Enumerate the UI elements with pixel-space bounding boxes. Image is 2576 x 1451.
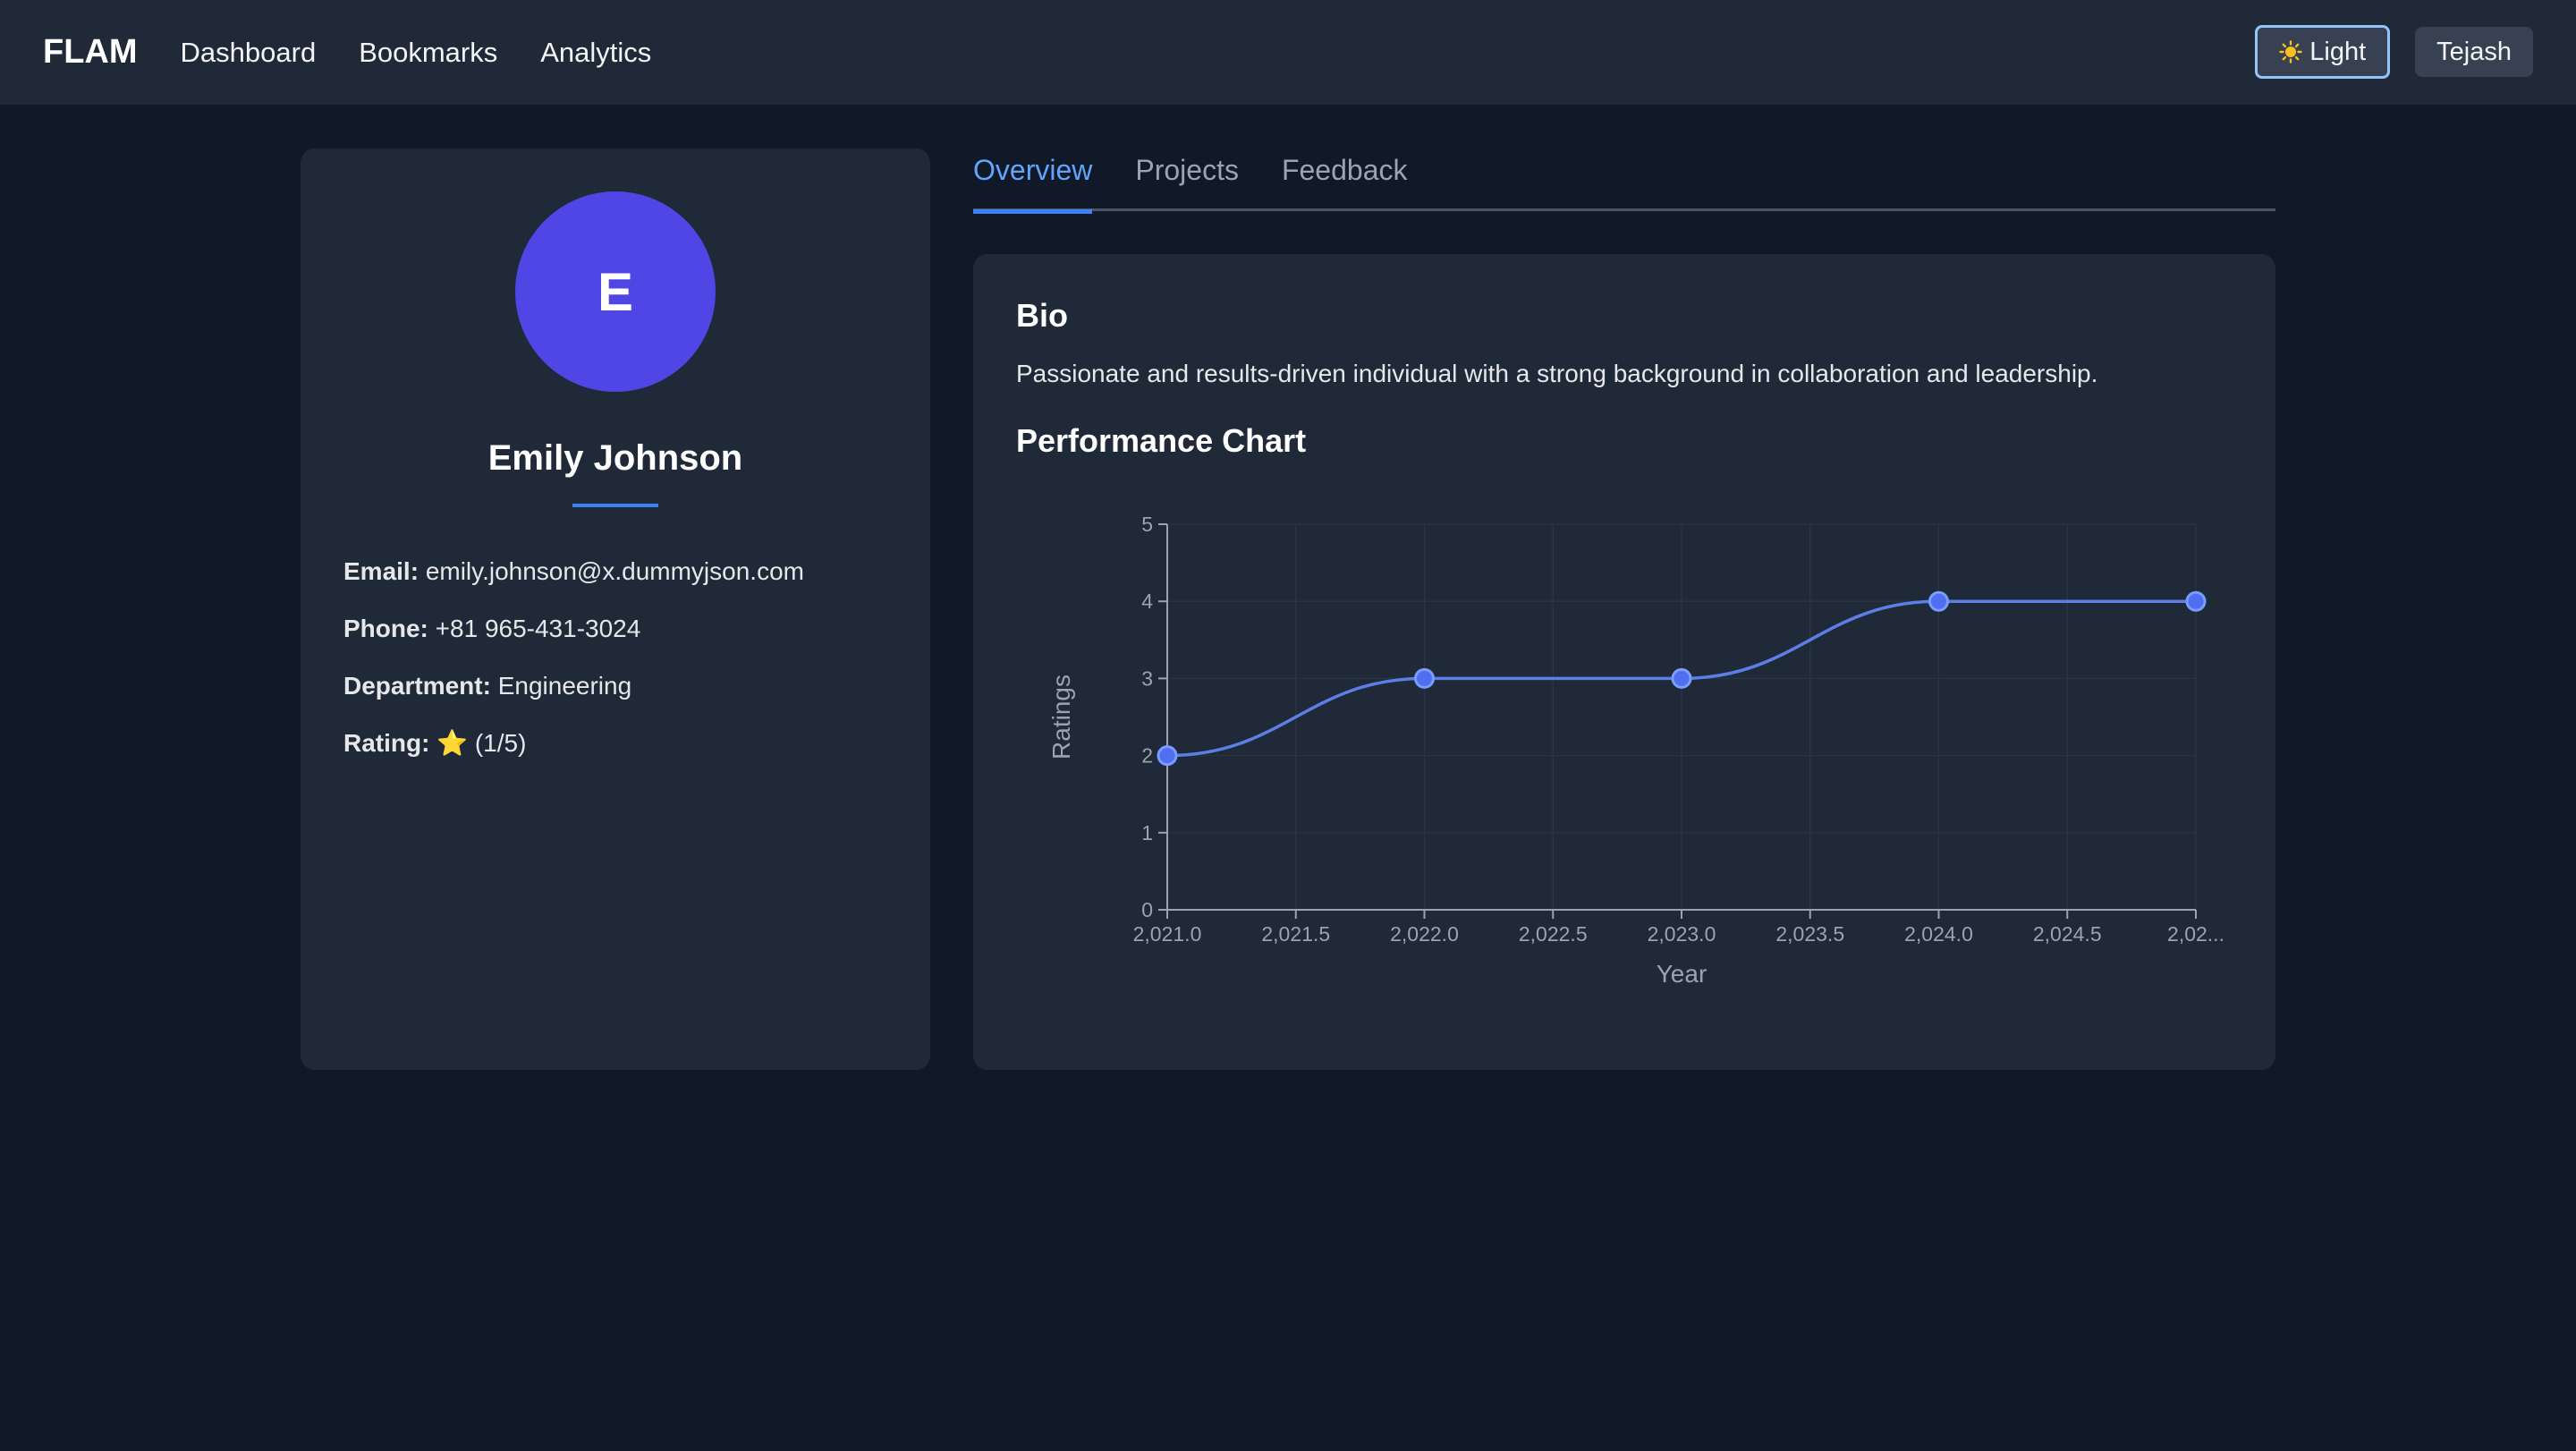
user-menu-button[interactable]: Tejash — [2415, 27, 2533, 77]
phone-value: +81 965-431-3024 — [435, 615, 641, 642]
x-axis-title: Year — [1657, 960, 1707, 988]
top-navbar: FLAM Dashboard Bookmarks Analytics Light… — [0, 0, 2576, 105]
email-row: Email: emily.johnson@x.dummyjson.com — [343, 554, 887, 611]
profile-card: E Emily Johnson Email: emily.johnson@x.d… — [301, 148, 930, 1070]
y-tick-label: 4 — [1141, 590, 1153, 613]
email-label: Email: — [343, 557, 419, 585]
data-point — [2185, 590, 2207, 612]
y-tick-label: 2 — [1141, 744, 1153, 768]
avatar: E — [515, 191, 716, 392]
data-point — [1928, 590, 1949, 612]
tab-overview[interactable]: Overview — [973, 148, 1093, 214]
x-tick-label: 2,023.0 — [1648, 922, 1716, 946]
profile-tabs: Overview Projects Feedback — [973, 148, 2275, 214]
rating-row: Rating: ⭐ (1/5) — [343, 726, 887, 783]
sun-icon — [2279, 40, 2302, 64]
y-tick-label: 1 — [1141, 821, 1153, 844]
nav-bookmarks[interactable]: Bookmarks — [359, 37, 497, 69]
nav-analytics[interactable]: Analytics — [540, 37, 651, 69]
profile-name: Emily Johnson — [487, 438, 743, 478]
x-tick-label: 2,022.5 — [1519, 922, 1588, 946]
profile-info-list: Email: emily.johnson@x.dummyjson.com Pho… — [343, 554, 887, 783]
tab-projects[interactable]: Projects — [1135, 148, 1239, 211]
chart-title: Performance Chart — [1016, 422, 1307, 459]
data-point — [1414, 667, 1435, 689]
y-axis-title: Ratings — [1047, 675, 1075, 759]
phone-label: Phone: — [343, 615, 428, 642]
x-tick-label: 2,022.0 — [1390, 922, 1459, 946]
x-tick-label: 2,024.0 — [1904, 922, 1973, 946]
x-tick-label: 2,024.5 — [2033, 922, 2102, 946]
y-tick-label: 3 — [1141, 666, 1153, 690]
name-divider — [572, 504, 658, 507]
x-tick-label: 2,023.5 — [1775, 922, 1844, 946]
tab-feedback[interactable]: Feedback — [1282, 148, 1408, 211]
x-tick-label: 2,02... — [2167, 922, 2224, 946]
bio-title: Bio — [1016, 297, 1068, 334]
phone-row: Phone: +81 965-431-3024 — [343, 611, 887, 668]
brand-logo[interactable]: FLAM — [43, 33, 138, 72]
data-point — [1157, 745, 1178, 767]
theme-toggle-label: Light — [2309, 37, 2367, 66]
y-tick-label: 0 — [1141, 898, 1153, 921]
rating-value: ⭐ (1/5) — [436, 729, 527, 757]
theme-toggle-button[interactable]: Light — [2255, 25, 2391, 79]
y-tick-label: 5 — [1141, 513, 1153, 536]
data-point — [1671, 667, 1692, 689]
navbar-actions: Light Tejash — [2255, 25, 2533, 79]
rating-label: Rating: — [343, 729, 430, 757]
series-line — [1166, 599, 2196, 758]
x-tick-label: 2,021.5 — [1261, 922, 1330, 946]
department-value: Engineering — [497, 672, 632, 700]
email-value: emily.johnson@x.dummyjson.com — [425, 557, 804, 585]
department-row: Department: Engineering — [343, 668, 887, 726]
bio-text: Passionate and results-driven individual… — [1016, 360, 2098, 387]
overview-card: Bio Passionate and results-driven indivi… — [973, 254, 2275, 1070]
department-label: Department: — [343, 672, 491, 700]
x-tick-label: 2,021.0 — [1133, 922, 1202, 946]
nav-dashboard[interactable]: Dashboard — [181, 37, 317, 69]
